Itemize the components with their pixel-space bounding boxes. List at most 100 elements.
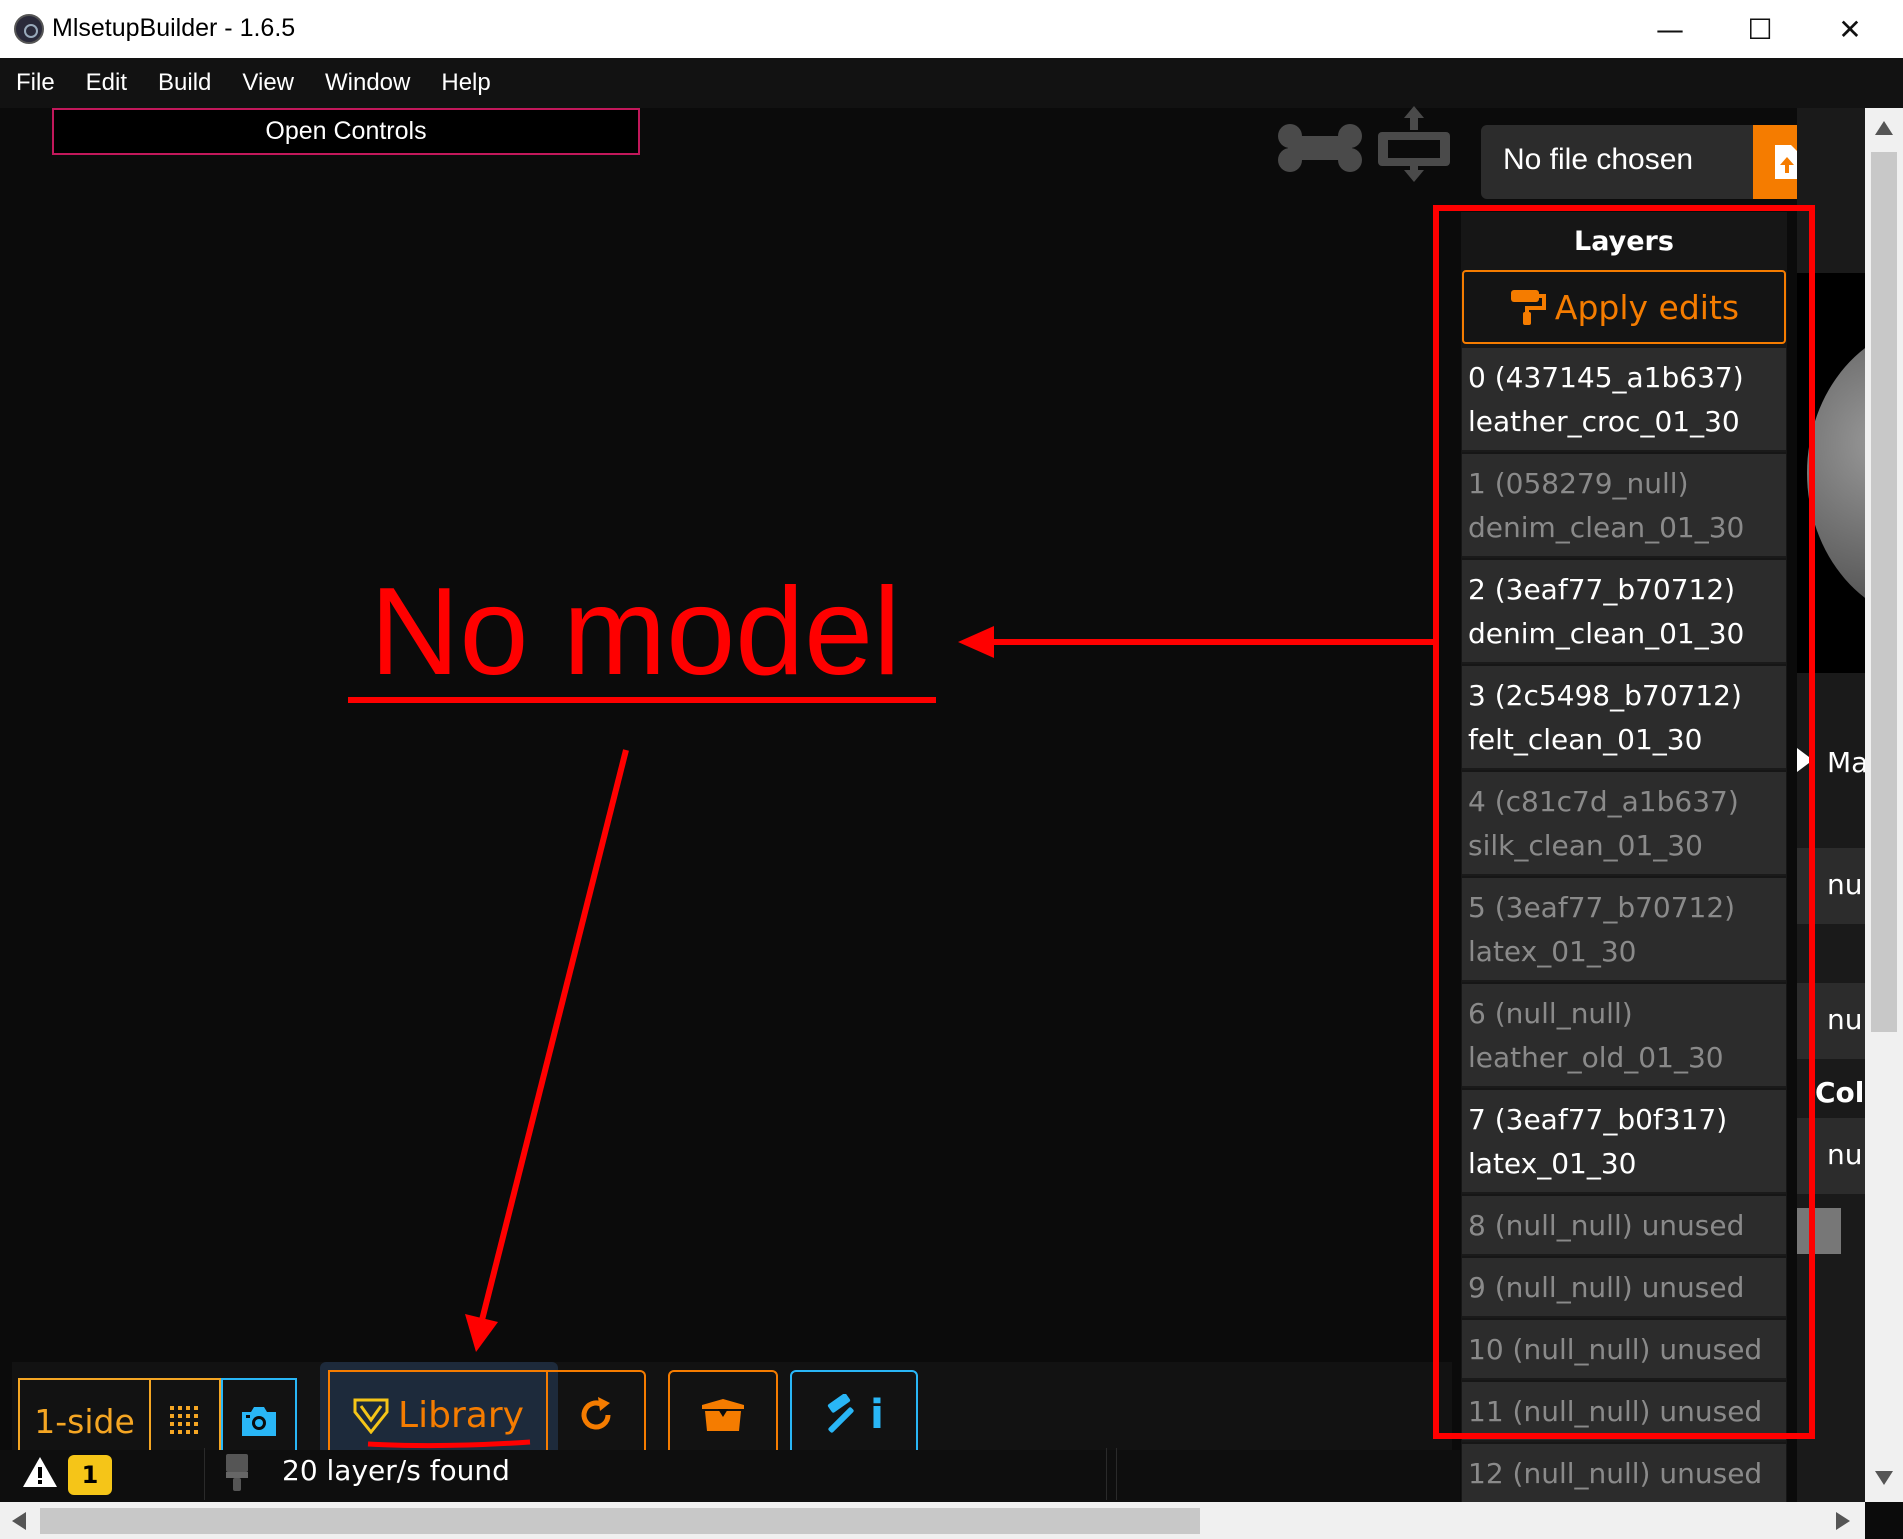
annotation-arrowhead — [465, 1314, 498, 1352]
layer-material-label: silk_clean_01_30 — [1468, 829, 1703, 862]
file-chooser[interactable]: No file chosen — [1481, 125, 1821, 199]
menu-help[interactable]: Help — [441, 69, 490, 97]
minimize-button[interactable]: — — [1625, 0, 1715, 58]
package-box-icon — [702, 1399, 744, 1431]
material-field-2[interactable]: nul — [1797, 983, 1865, 1059]
layer-id-label: 11 (null_null) unused — [1468, 1395, 1763, 1428]
material-preview — [1797, 273, 1865, 673]
material-field-1-value: nul — [1827, 868, 1865, 901]
apply-edits-button[interactable]: Apply edits — [1462, 270, 1786, 344]
horizontal-scrollbar[interactable] — [0, 1502, 1865, 1539]
layer-material-label: latex_01_30 — [1468, 1147, 1637, 1180]
layer-material-label: denim_clean_01_30 — [1468, 617, 1745, 650]
scroll-up-arrow-icon[interactable] — [1875, 120, 1893, 139]
apply-edits-label: Apply edits — [1554, 287, 1740, 327]
status-divider — [1106, 1448, 1107, 1500]
vertical-scroll-thumb[interactable] — [1871, 152, 1897, 1032]
title-bar: MlsetupBuilder - 1.6.5 — ☐ ✕ — [0, 0, 1903, 58]
menu-edit[interactable]: Edit — [86, 69, 127, 97]
expand-arrow-icon[interactable] — [1797, 748, 1813, 776]
menu-window[interactable]: Window — [325, 69, 410, 97]
app-window: MlsetupBuilder - 1.6.5 — ☐ ✕ File Edit B… — [0, 0, 1903, 1539]
color-slider-handle[interactable] — [1797, 1208, 1841, 1254]
library-label: Library — [398, 1394, 524, 1436]
layer-item[interactable]: 1 (058279_null) denim_clean_01_30 — [1462, 454, 1786, 558]
horizontal-scroll-thumb[interactable] — [40, 1508, 1200, 1534]
material-panel: Ma nul nul Col nul — [1797, 108, 1865, 1502]
layer-id-label: 0 (437145_a1b637) — [1468, 361, 1744, 394]
layer-item[interactable]: 6 (null_null) leather_old_01_30 — [1462, 984, 1786, 1088]
annotation-arrow-line — [479, 749, 629, 1321]
app-icon — [14, 14, 44, 44]
layer-id-label: 1 (058279_null) — [1468, 467, 1689, 500]
layer-id-label: 4 (c81c7d_a1b637) — [1468, 785, 1739, 818]
window-title: MlsetupBuilder - 1.6.5 — [52, 14, 296, 42]
layer-material-label: denim_clean_01_30 — [1468, 511, 1745, 544]
hammer-icon — [828, 1394, 854, 1433]
material-sphere — [1807, 323, 1865, 623]
scroll-down-arrow-icon[interactable] — [1875, 1470, 1893, 1489]
annotation-text: No model — [370, 563, 901, 701]
menu-view[interactable]: View — [242, 69, 294, 97]
layers-found-status: 20 layer/s found — [282, 1454, 510, 1487]
menu-bar: File Edit Build View Window Help — [0, 58, 1903, 108]
file-chooser-label: No file chosen — [1503, 143, 1694, 176]
scroll-right-arrow-icon[interactable] — [1836, 1512, 1850, 1534]
layer-id-label: 8 (null_null) unused — [1468, 1209, 1745, 1242]
color-field-value: nul — [1827, 1138, 1865, 1171]
library-shield-icon — [353, 1398, 389, 1434]
package-button[interactable] — [668, 1370, 778, 1460]
layer-item[interactable]: 8 (null_null) unused — [1462, 1196, 1786, 1256]
open-controls-button[interactable]: Open Controls — [52, 108, 640, 155]
layer-id-label: 3 (2c5498_b70712) — [1468, 679, 1742, 712]
layers-title: Layers — [1574, 226, 1674, 257]
menu-file[interactable]: File — [16, 69, 55, 97]
layer-item[interactable]: 0 (437145_a1b637) leather_croc_01_30 — [1462, 348, 1786, 452]
color-field[interactable]: nul — [1797, 1118, 1865, 1194]
layer-item[interactable]: 11 (null_null) unused — [1462, 1382, 1786, 1442]
layer-item[interactable]: 7 (3eaf77_b0f317) latex_01_30 — [1462, 1090, 1786, 1194]
layer-id-label: 12 (null_null) unused — [1468, 1457, 1763, 1490]
layer-item[interactable]: 5 (3eaf77_b70712) latex_01_30 — [1462, 878, 1786, 982]
scroll-left-arrow-icon[interactable] — [12, 1512, 26, 1534]
layer-id-label: 2 (3eaf77_b70712) — [1468, 573, 1736, 606]
maximize-button[interactable]: ☐ — [1715, 0, 1805, 58]
warning-icon[interactable] — [22, 1456, 58, 1492]
status-divider — [204, 1448, 205, 1500]
material-field-1[interactable]: nul — [1797, 848, 1865, 924]
build-info-button[interactable]: i — [790, 1370, 918, 1460]
layer-id-label: 7 (3eaf77_b0f317) — [1468, 1103, 1728, 1136]
move-bone-icon[interactable] — [1374, 106, 1454, 186]
menu-build[interactable]: Build — [158, 69, 211, 97]
library-button[interactable]: Library — [328, 1370, 548, 1460]
material-field-2-value: nul — [1827, 1003, 1865, 1036]
layer-material-label: felt_clean_01_30 — [1468, 723, 1703, 756]
layers-panel: Layers Apply edits 0 (437145_a1b637)leat… — [1461, 212, 1787, 1504]
vertical-scrollbar[interactable] — [1865, 108, 1903, 1502]
layer-material-label: leather_old_01_30 — [1468, 1041, 1724, 1074]
layer-item[interactable]: 12 (null_null) unused — [1462, 1444, 1786, 1504]
info-icon: i — [870, 1392, 884, 1438]
layer-material-label: leather_croc_01_30 — [1468, 405, 1740, 438]
material-section-label: Ma — [1827, 746, 1865, 779]
camera-icon — [242, 1407, 276, 1436]
annotation-arrowhead — [958, 626, 994, 658]
layer-item[interactable]: 2 (3eaf77_b70712) denim_clean_01_30 — [1462, 560, 1786, 664]
refresh-button[interactable] — [548, 1370, 646, 1460]
refresh-icon — [581, 1397, 611, 1430]
bone-icon[interactable] — [1276, 122, 1364, 178]
layer-item[interactable]: 10 (null_null) unused — [1462, 1320, 1786, 1380]
layer-item[interactable]: 3 (2c5498_b70712) felt_clean_01_30 — [1462, 666, 1786, 770]
layer-id-label: 10 (null_null) unused — [1468, 1333, 1763, 1366]
status-divider — [1116, 1448, 1117, 1500]
layer-material-label: latex_01_30 — [1468, 935, 1637, 968]
layer-item[interactable]: 9 (null_null) unused — [1462, 1258, 1786, 1318]
layer-id-label: 9 (null_null) unused — [1468, 1271, 1745, 1304]
status-bar — [0, 1450, 1460, 1502]
paint-roller-icon — [1510, 290, 1546, 325]
layer-item[interactable]: 4 (c81c7d_a1b637) silk_clean_01_30 — [1462, 772, 1786, 876]
close-button[interactable]: ✕ — [1805, 0, 1895, 58]
color-section-label: Col — [1815, 1076, 1865, 1109]
grid-dots-icon — [170, 1406, 198, 1434]
warning-count-badge[interactable]: 1 — [68, 1455, 112, 1495]
